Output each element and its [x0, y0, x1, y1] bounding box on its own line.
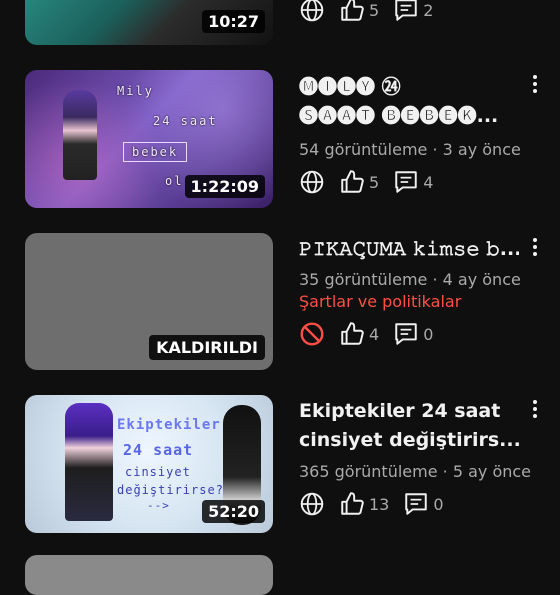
like-count: 13: [369, 494, 390, 514]
video-thumbnail[interactable]: [25, 555, 273, 595]
thumbnail-caption: 24 saat: [123, 441, 194, 459]
video-meta: 54 görüntüleme · 3 ay önce: [299, 140, 521, 159]
thumbnail-caption: -->: [147, 499, 170, 512]
video-stats-row: 5 4: [299, 168, 447, 196]
thumbnail-caption: 24 saat: [153, 114, 218, 128]
comment-icon[interactable]: [393, 0, 419, 23]
video-title-line2[interactable]: 🅢🅐🅐🅣 🅑🅔🅑🅔🅚...: [299, 102, 519, 131]
video-title[interactable]: 🅜🅘🅛🅨 ㉔: [299, 73, 519, 102]
video-meta: 365 görüntüleme · 5 ay önce: [299, 462, 532, 481]
video-title[interactable]: 𝙿𝙸̇𝙺𝙰𝙲̧𝚄𝙼𝙰 𝚔𝚒𝚖𝚜𝚎 𝚋...: [299, 235, 519, 264]
policy-warning[interactable]: Şartlar ve politikalar: [299, 292, 461, 311]
video-meta: 35 görüntüleme · 4 ay önce: [299, 270, 521, 289]
blocked-icon: [300, 322, 324, 346]
video-stats-row: 5 2: [299, 0, 447, 24]
globe-icon: [300, 170, 324, 194]
character-figure: [65, 403, 113, 521]
thumbnail-caption: bebek: [123, 142, 188, 162]
thumbnail-caption: Ekiptekiler: [117, 417, 221, 433]
like-icon[interactable]: [339, 321, 365, 347]
comment-count: 0: [433, 494, 444, 514]
character-figure: [63, 90, 97, 180]
video-thumbnail[interactable]: Mily 24 saat bebek ol 1:22:09: [25, 70, 273, 208]
like-icon[interactable]: [339, 491, 365, 517]
globe-icon: [300, 492, 324, 516]
video-thumbnail[interactable]: 10:27: [25, 0, 273, 45]
more-vert-icon[interactable]: [530, 398, 540, 420]
video-thumbnail-removed[interactable]: KALDIRILDI: [25, 233, 273, 370]
like-count: 5: [369, 0, 380, 20]
video-duration: 1:22:09: [184, 175, 265, 198]
video-thumbnail[interactable]: Ekiptekiler 24 saat cinsiyet değiştirirs…: [25, 395, 273, 533]
comment-icon[interactable]: [393, 321, 419, 347]
video-title-line2[interactable]: 𝗰𝗶𝗻𝘀𝗶𝘆𝗲𝘁 𝗱𝗲𝗴̆𝗶𝘀̧𝘁𝗶𝗿𝗶𝗿𝘀...: [299, 426, 519, 455]
more-vert-icon[interactable]: [530, 236, 540, 258]
more-vert-icon[interactable]: [530, 73, 540, 95]
comment-count: 4: [423, 172, 434, 192]
thumbnail-caption: ol: [165, 174, 184, 188]
removed-badge: KALDIRILDI: [149, 335, 265, 360]
like-icon[interactable]: [339, 169, 365, 195]
video-title[interactable]: 𝗘𝗸𝗶𝗽𝘁𝗲𝗸𝗶𝗹𝗲𝗿 𝟮𝟰 𝘀𝗮𝗮𝘁: [299, 397, 519, 426]
globe-icon: [300, 0, 324, 22]
video-stats-row: 4 0: [299, 320, 447, 348]
video-stats-row: 13 0: [299, 490, 458, 518]
like-count: 5: [369, 172, 380, 192]
like-count: 4: [369, 324, 380, 344]
video-duration: 52:20: [202, 500, 265, 523]
video-duration: 10:27: [202, 10, 265, 33]
comment-icon[interactable]: [393, 169, 419, 195]
thumbnail-caption: Mily: [117, 84, 154, 98]
comment-count: 0: [423, 324, 434, 344]
thumbnail-caption: değiştirirse?: [117, 483, 224, 497]
comment-icon[interactable]: [403, 491, 429, 517]
comment-count: 2: [423, 0, 434, 20]
thumbnail-caption: cinsiyet: [125, 465, 191, 479]
like-icon[interactable]: [339, 0, 365, 23]
